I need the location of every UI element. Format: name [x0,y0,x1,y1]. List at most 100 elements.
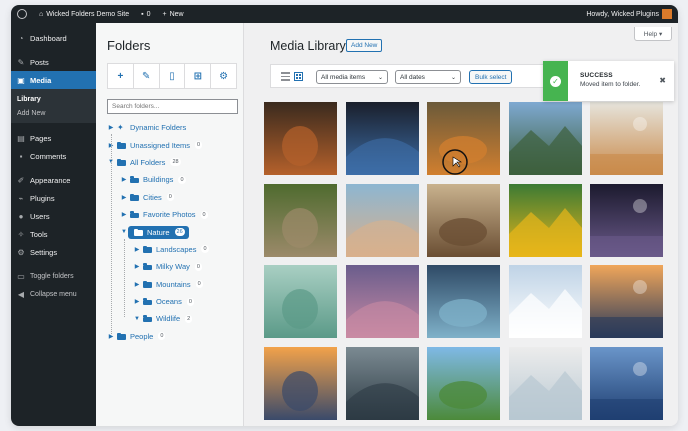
folder-label: Nature [147,227,170,237]
media-thumbnail-snow-peaks[interactable] [508,265,582,339]
media-thumbnail-abstract-blue[interactable] [345,102,419,175]
expand-all-button[interactable]: ⊞ [185,64,212,88]
folder-count-badge: 0 [195,280,203,289]
menu-appearance[interactable]: ✐ Appearance [11,171,96,189]
folder-item[interactable]: ▶ Mountains 0 [107,276,242,293]
caret-right-icon[interactable]: ▶ [120,176,128,183]
menu-media[interactable]: ▣ Media [11,71,96,89]
media-thumbnail-tiger[interactable] [427,102,500,175]
menu-plugins[interactable]: ⌁ Plugins [11,189,96,207]
collapse-menu-button[interactable]: ◀ Collapse menu [11,285,96,303]
media-thumbnail-purple-sky[interactable] [345,265,419,339]
folder-item[interactable]: ▶ Unassigned Items 0 [107,136,242,153]
comment-icon: ▪ [141,10,144,18]
folder-item[interactable]: ▼ All Folders 28 [107,154,242,171]
trash-icon: ▯ [169,70,175,82]
media-thumbnail-fog-valley[interactable] [345,347,419,421]
media-type-select[interactable]: All media items ⌄ [316,70,388,84]
media-thumbnail-fox[interactable] [264,102,337,175]
caret-right-icon[interactable]: ▶ [133,281,141,288]
media-thumbnail-forest-sunset[interactable] [590,265,663,339]
media-thumbnail-owl[interactable] [264,183,337,257]
media-thumbnail-field-flowers[interactable] [590,102,663,175]
folder-item[interactable]: ▶ Milky Way 0 [107,258,242,275]
success-notification: ✓ SUCCESS Moved item to folder. ✖ [543,61,674,101]
plus-icon: + [162,10,167,18]
folder-settings-button[interactable]: ⚙ [211,64,236,88]
caret-right-icon[interactable]: ▶ [133,246,141,253]
folder-count-badge: 0 [200,210,208,219]
site-name-link[interactable]: ⌂ Wicked Folders Demo Site [33,5,135,23]
caret-right-icon[interactable]: ▶ [120,211,128,218]
folder-icon [130,193,139,201]
menu-settings[interactable]: ⚙ Settings [11,243,96,261]
submenu-library[interactable]: Library [11,92,96,106]
folder-count-badge: 0 [194,262,202,271]
caret-down-icon[interactable]: ▼ [133,316,141,322]
submenu-add-new[interactable]: Add New [11,106,96,120]
folder-label: Landscapes [156,244,197,254]
folder-item[interactable]: ▼ Nature 26 [107,223,242,240]
comment-icon: ▪ [19,151,23,161]
help-tab-button[interactable]: Help ▾ [634,27,672,41]
app-window: ⌂ Wicked Folders Demo Site ▪ 0 + New How… [11,5,678,426]
media-thumbnail-sunset-mountains[interactable] [264,347,337,421]
new-content-menu[interactable]: + New [156,5,189,23]
delete-folder-button[interactable]: ▯ [160,64,186,88]
dashboard-icon: ◔ [18,33,24,43]
account-menu[interactable]: Howdy, Wicked Plugins [580,5,678,23]
media-thumbnail-tree-canopy[interactable] [427,265,500,339]
caret-right-icon[interactable]: ▶ [107,124,115,131]
folder-count-badge: 0 [186,297,194,306]
folder-item[interactable]: ▶ ✦ Dynamic Folders [107,119,242,136]
folder-item[interactable]: ▶ Landscapes 0 [107,241,242,258]
folder-icon [117,332,126,340]
media-thumbnail-desert-dune[interactable] [345,183,419,257]
folder-icon [143,315,152,323]
add-folder-button[interactable]: + [108,64,134,88]
menu-dashboard[interactable]: ◔ Dashboard [11,29,96,47]
folder-label: All Folders [130,157,166,167]
bulk-select-button[interactable]: Bulk select [469,70,513,84]
date-filter-select[interactable]: All dates ⌄ [395,70,461,84]
folder-item[interactable]: ▶ Buildings 0 [107,171,242,188]
menu-users[interactable]: ● Users [11,207,96,225]
folder-label: Mountains [156,279,191,289]
menu-tools[interactable]: ✧ Tools [11,225,96,243]
wp-logo-menu[interactable] [11,5,33,23]
media-thumbnail-statue-fog[interactable] [508,347,582,421]
folder-item[interactable]: ▶ Cities 0 [107,189,242,206]
media-thumbnail-blue-hills[interactable] [590,347,663,421]
brush-icon: ✐ [17,175,25,185]
close-icon[interactable]: ✖ [659,76,666,85]
add-new-button[interactable]: Add New [346,39,383,52]
toggle-folders-button[interactable]: ▭ Toggle folders [11,267,96,285]
caret-right-icon[interactable]: ▶ [120,194,128,201]
search-folders-input[interactable] [107,99,238,114]
media-thumbnail-elephant[interactable] [427,183,500,257]
media-thumbnail-milky-way[interactable] [590,183,663,257]
menu-posts[interactable]: ✎ Posts [11,53,96,71]
media-thumbnail-lone-tree[interactable] [427,347,500,421]
grid-view-icon[interactable] [294,72,303,81]
user-icon: ● [18,211,24,221]
menu-pages[interactable]: ▤ Pages [11,129,96,147]
list-view-icon[interactable] [281,72,290,81]
menu-comments[interactable]: ▪ Comments [11,147,96,165]
folder-count-badge: 0 [166,193,174,202]
comments-link[interactable]: ▪ 0 [135,5,156,23]
media-thumbnail-misty-bird[interactable] [264,265,337,339]
media-thumbnail-sunflower[interactable] [508,183,582,257]
folder-label: Buildings [143,175,174,185]
folder-count-badge: 0 [158,332,166,341]
admin-bar: ⌂ Wicked Folders Demo Site ▪ 0 + New How… [11,5,678,23]
caret-down-icon[interactable]: ▼ [120,229,128,235]
folder-item[interactable]: ▼ Wildlife 2 [107,310,242,327]
media-thumbnail-mountain-lake[interactable] [508,102,582,175]
caret-right-icon[interactable]: ▶ [133,298,141,305]
folder-item[interactable]: ▶ Favorite Photos 0 [107,206,242,223]
edit-folder-button[interactable]: ✎ [134,64,160,88]
folder-item[interactable]: ▶ Oceans 0 [107,293,242,310]
caret-right-icon[interactable]: ▶ [133,263,141,270]
folder-item[interactable]: ▶ People 0 [107,328,242,345]
